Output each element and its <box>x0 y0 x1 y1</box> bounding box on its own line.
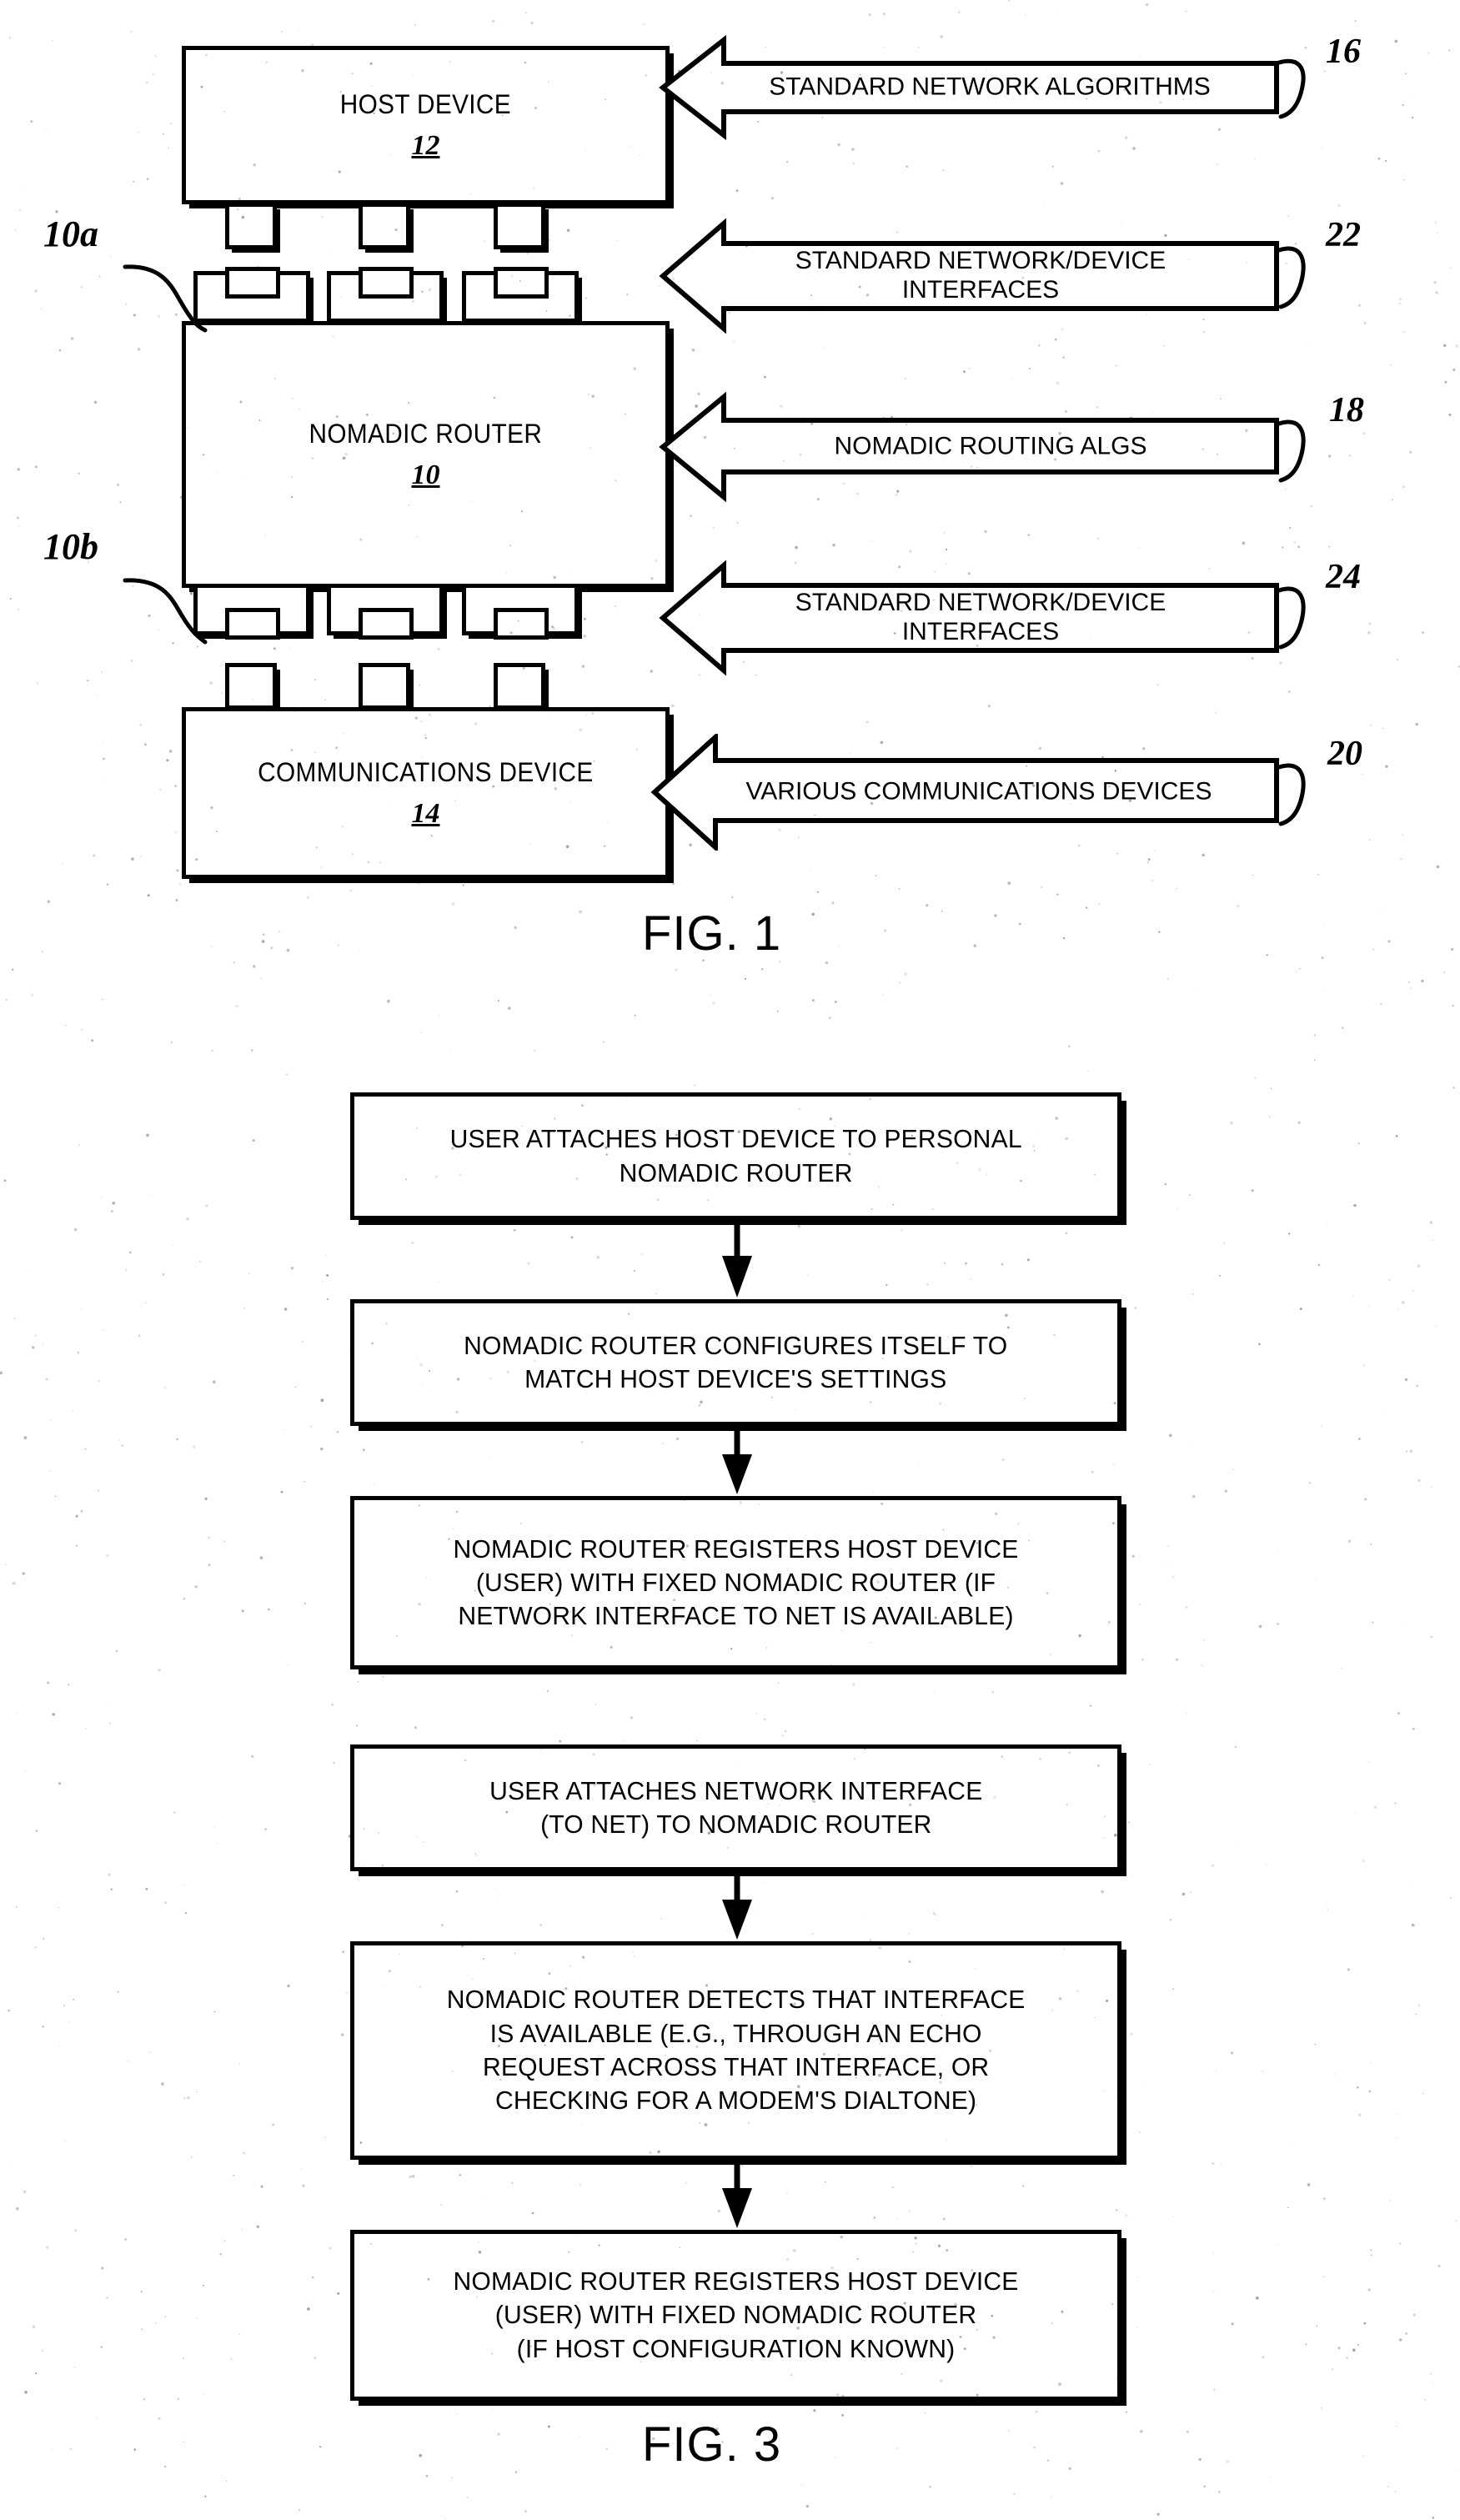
socket-notch <box>359 267 414 299</box>
ref-16: 16 <box>1326 33 1361 71</box>
communications-device-ref: 14 <box>411 797 440 829</box>
communications-device-block: COMMUNICATIONS DEVICE 14 <box>182 707 670 879</box>
ref-20: 20 <box>1327 735 1362 773</box>
callout-label: VARIOUS COMMUNICATIONS DEVICES <box>745 777 1212 806</box>
socket-notch <box>494 267 549 299</box>
socket-notch <box>359 608 414 640</box>
router-bottom-socket-2 <box>327 584 444 640</box>
callout-label: STANDARD NETWORK ALGORITHMS <box>769 73 1211 101</box>
callout-label: NOMADIC ROUTING ALGS <box>834 432 1147 460</box>
callout-nomadic-routing-algs: NOMADIC ROUTING ALGS <box>659 392 1281 502</box>
host-plug-3 <box>494 203 545 249</box>
callout-label: STANDARD NETWORK/DEVICE INTERFACES <box>795 247 1166 304</box>
figure-1: HOST DEVICE 12 NOMADIC ROUTER 10 COMMUNI… <box>0 0 1460 984</box>
callout-standard-network-algorithms: STANDARD NETWORK ALGORITHMS <box>659 33 1281 142</box>
socket-notch <box>494 608 549 640</box>
figure-3: USER ATTACHES HOST DEVICE TO PERSONAL NO… <box>0 984 1460 2520</box>
ref-24: 24 <box>1326 558 1361 596</box>
figure-1-caption: FIG. 1 <box>642 906 782 961</box>
ref-18: 18 <box>1329 391 1364 429</box>
host-device-title: HOST DEVICE <box>339 88 512 119</box>
callout-standard-network-device-interfaces-bottom: STANDARD NETWORK/DEVICE INTERFACES <box>659 560 1281 675</box>
host-device-ref: 12 <box>411 129 440 161</box>
router-top-socket-2 <box>327 267 444 323</box>
flow-step-text: NOMADIC ROUTER REGISTERS HOST DEVICE (US… <box>453 2266 1019 2363</box>
ref-22: 22 <box>1326 216 1361 254</box>
callout-standard-network-device-interfaces-top: STANDARD NETWORK/DEVICE INTERFACES <box>659 218 1281 334</box>
flow-step-6: NOMADIC ROUTER REGISTERS HOST DEVICE (US… <box>350 2230 1121 2401</box>
nomadic-router-ref: 10 <box>411 459 440 490</box>
figure-3-caption: FIG. 3 <box>642 2417 782 2472</box>
comm-plug-3 <box>494 663 545 710</box>
callout-various-communications-devices: VARIOUS COMMUNICATIONS DEVICES <box>650 734 1281 851</box>
router-bottom-socket-3 <box>462 584 579 640</box>
nomadic-router-title: NOMADIC ROUTER <box>309 418 543 449</box>
comm-plug-2 <box>359 663 410 710</box>
router-top-socket-3 <box>462 267 579 323</box>
leader-line-10b <box>123 578 208 645</box>
callout-label: STANDARD NETWORK/DEVICE INTERFACES <box>795 589 1166 645</box>
host-plug-2 <box>359 203 410 249</box>
communications-device-title: COMMUNICATIONS DEVICE <box>258 756 594 787</box>
